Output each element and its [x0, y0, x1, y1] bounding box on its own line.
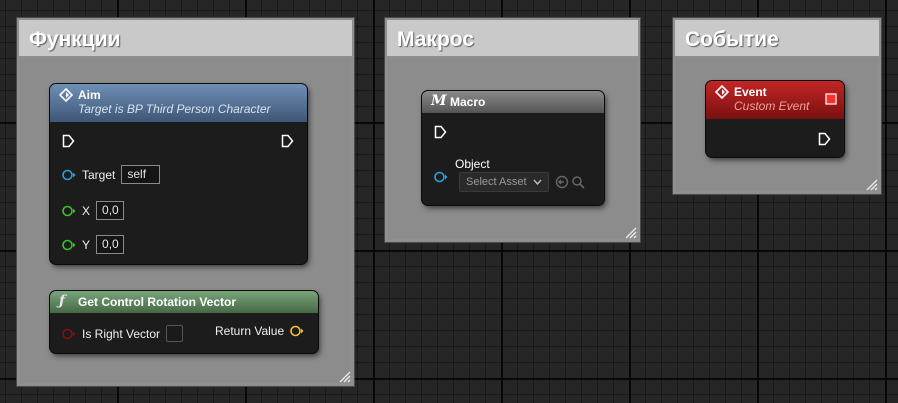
- resize-handle-icon[interactable]: [625, 227, 637, 239]
- node-macro-header[interactable]: M Macro: [422, 91, 604, 113]
- node-aim[interactable]: Aim Target is BP Third Person Character …: [50, 84, 307, 264]
- select-asset-dropdown[interactable]: Select Asset: [459, 172, 549, 192]
- float-pin-icon[interactable]: [62, 205, 76, 217]
- pin-row-return-value: Return Value: [215, 324, 304, 338]
- pin-row-x: X 0,0: [62, 201, 125, 220]
- comment-title-event[interactable]: Событие: [675, 20, 879, 56]
- node-aim-subtitle: Target is BP Third Person Character: [78, 102, 271, 116]
- diamond-event-icon: [59, 88, 73, 102]
- y-input[interactable]: 0,0: [96, 235, 125, 254]
- node-gcrv-title: Get Control Rotation Vector: [78, 295, 237, 309]
- select-asset-placeholder: Select Asset: [466, 176, 527, 188]
- pin-label-is-right-vector: Is Right Vector: [82, 326, 161, 341]
- object-pin-icon[interactable]: [62, 169, 76, 181]
- float-pin-icon[interactable]: [62, 239, 76, 251]
- node-aim-header[interactable]: Aim Target is BP Third Person Character: [50, 84, 307, 122]
- node-get-control-rotation-vector[interactable]: ƒ Get Control Rotation Vector Is Right V…: [50, 291, 318, 353]
- object-pin-icon[interactable]: [434, 171, 448, 183]
- resize-handle-icon[interactable]: [339, 371, 351, 383]
- delegate-square-icon[interactable]: [825, 93, 837, 105]
- comment-title-macro[interactable]: Макрос: [387, 20, 638, 56]
- function-f-icon: ƒ: [59, 293, 66, 309]
- use-selected-asset-icon[interactable]: [555, 175, 569, 189]
- pin-label-y: Y: [82, 237, 91, 252]
- pin-label-object: Object: [455, 157, 490, 171]
- diamond-event-icon: [715, 85, 729, 99]
- exec-out-pin-icon[interactable]: [281, 134, 294, 148]
- node-event-header[interactable]: Event Custom Event: [706, 81, 844, 119]
- x-input[interactable]: 0,0: [96, 201, 125, 220]
- node-macro-title: Macro: [450, 95, 486, 109]
- node-gcrv-header[interactable]: ƒ Get Control Rotation Vector: [50, 291, 318, 313]
- node-event[interactable]: Event Custom Event: [706, 81, 844, 157]
- vector-pin-icon[interactable]: [290, 325, 304, 337]
- search-icon[interactable]: [571, 175, 585, 189]
- pin-row-target: Target self: [62, 165, 161, 184]
- node-macro[interactable]: M Macro Object Select Asset: [422, 91, 604, 205]
- exec-in-pin-icon[interactable]: [62, 134, 75, 148]
- exec-in-pin-icon[interactable]: [434, 125, 447, 139]
- comment-title-functions[interactable]: Функции: [19, 20, 352, 56]
- node-aim-title: Aim: [78, 88, 101, 102]
- chevron-down-icon: [533, 179, 542, 185]
- object-asset-row: Select Asset: [459, 172, 585, 192]
- pin-row-y: Y 0,0: [62, 235, 125, 254]
- target-input[interactable]: self: [121, 165, 161, 184]
- pin-label-return-value: Return Value: [215, 324, 285, 338]
- pin-label-target: Target: [82, 167, 116, 182]
- pin-row-is-right-vector: Is Right Vector: [62, 325, 184, 342]
- bool-pin-icon[interactable]: [62, 328, 76, 340]
- is-right-vector-checkbox[interactable]: [166, 325, 184, 342]
- macro-m-icon: M: [431, 93, 447, 109]
- resize-handle-icon[interactable]: [866, 179, 878, 191]
- pin-label-x: X: [82, 203, 91, 218]
- exec-out-pin-icon[interactable]: [818, 132, 831, 146]
